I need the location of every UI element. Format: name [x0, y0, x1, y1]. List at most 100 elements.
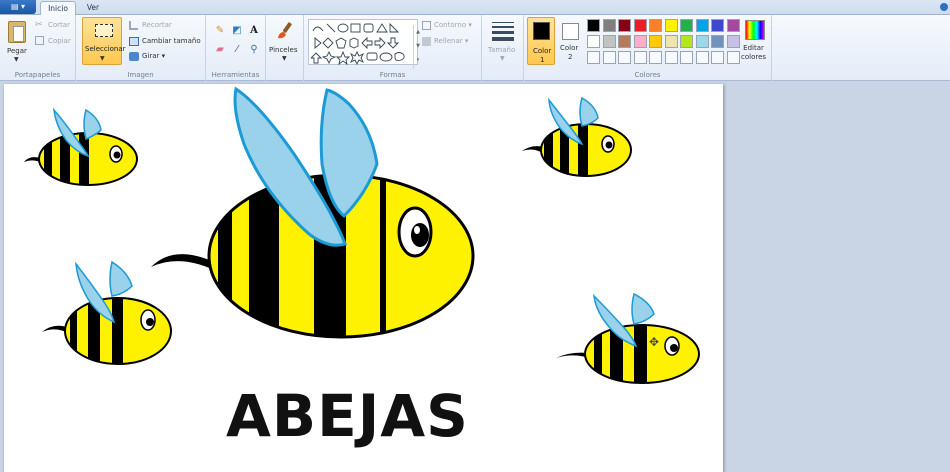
palette-swatch[interactable]: [618, 19, 631, 32]
select-dropdown-icon[interactable]: ▼: [100, 55, 105, 62]
eraser-icon[interactable]: ▰: [212, 43, 228, 58]
color-picker-icon[interactable]: ⁄: [229, 43, 245, 58]
copy-icon: [35, 36, 44, 45]
brushes-button[interactable]: Pinceles: [269, 46, 298, 54]
color1-swatch: [533, 22, 550, 40]
group-image: Seleccionar ▼ Recortar Cambiar tamaño Gi…: [76, 15, 206, 81]
shapes-scrollbar[interactable]: ▲ ▼ ▾: [413, 25, 422, 69]
edit-colors-button[interactable]: Editar colores: [741, 44, 766, 62]
rotate-button[interactable]: Girar ▾: [142, 52, 165, 60]
custom-color-slot[interactable]: [618, 51, 631, 64]
palette-swatch[interactable]: [587, 35, 600, 48]
palette-swatch[interactable]: [695, 19, 709, 32]
palette-swatch[interactable]: [602, 19, 616, 32]
palette-swatch[interactable]: [618, 35, 631, 48]
size-line-thick-icon: [492, 31, 514, 34]
size-line-medium-icon: [492, 26, 514, 28]
palette-swatch[interactable]: [680, 35, 693, 48]
palette-swatch[interactable]: [726, 35, 740, 48]
custom-color-slot[interactable]: [726, 51, 740, 64]
custom-color-slot[interactable]: [633, 51, 647, 64]
tab-inicio[interactable]: Inicio: [40, 1, 76, 15]
ribbon-empty-area: [772, 15, 950, 81]
fill-bucket-icon[interactable]: ◩: [229, 24, 245, 39]
edit-colors-icon[interactable]: [745, 20, 765, 40]
tab-ver[interactable]: Ver: [79, 1, 107, 15]
paste-icon[interactable]: [8, 21, 26, 43]
ribbon: Pegar ▼ ✂ Cortar Copiar Portapapeles Sel…: [0, 15, 950, 81]
palette-swatch[interactable]: [664, 35, 678, 48]
custom-color-slot[interactable]: [664, 51, 678, 64]
resize-icon: [129, 37, 139, 46]
palette-swatch[interactable]: [587, 19, 600, 32]
text-tool-icon[interactable]: A: [246, 24, 262, 39]
custom-color-slot[interactable]: [680, 51, 693, 64]
pencil-icon[interactable]: ✎: [212, 24, 228, 39]
group-tools: ✎ ◩ A ▰ ⁄ ⚲ Herramientas: [206, 15, 266, 81]
bee-large: [151, 86, 475, 339]
canvas-title-text: ABEJAS: [226, 382, 469, 450]
bee-top-right: [522, 96, 632, 177]
shape-fill-icon: [422, 37, 431, 46]
palette-swatch[interactable]: [711, 35, 724, 48]
color1-number: 1: [540, 56, 545, 64]
custom-color-slot[interactable]: [711, 51, 724, 64]
palette-swatch[interactable]: [649, 35, 662, 48]
group-label-clipboard: Portapapeles: [14, 71, 61, 79]
size-dropdown-icon[interactable]: ▼: [500, 55, 505, 62]
resize-button[interactable]: Cambiar tamaño: [142, 37, 201, 45]
shapes-gallery[interactable]: ▲ ▼ ▾: [308, 19, 420, 69]
crop-button[interactable]: Recortar: [142, 21, 172, 29]
crop-icon: [129, 21, 138, 30]
palette-swatch[interactable]: [695, 35, 709, 48]
brush-icon[interactable]: [276, 21, 294, 41]
palette-swatch[interactable]: [711, 19, 724, 32]
group-label-tools: Herramientas: [211, 71, 260, 79]
scissors-icon: ✂: [35, 20, 43, 30]
help-icon[interactable]: [940, 3, 948, 11]
bee-middle-left: [42, 260, 172, 365]
drawing-canvas[interactable]: ✥ ABEJAS: [4, 84, 723, 472]
custom-color-slot[interactable]: [602, 51, 616, 64]
bee-middle-right: ✥: [556, 292, 700, 384]
rotate-icon: [129, 52, 139, 61]
shape-fill-dropdown[interactable]: Rellenar ▾: [434, 37, 468, 45]
select-button[interactable]: Seleccionar ▼: [82, 17, 126, 65]
color1-button[interactable]: Color 1: [527, 17, 555, 65]
custom-color-slot[interactable]: [649, 51, 662, 64]
palette-swatch[interactable]: [680, 19, 693, 32]
group-shapes: ▲ ▼ ▾ Contorno ▾ Rellenar ▾ Formas: [304, 15, 482, 81]
edit-colors-label-1: Editar: [743, 44, 764, 52]
group-colors: Color 1 Color 2 Editar colores Colores: [524, 15, 772, 81]
size-line-thin-icon: [492, 22, 514, 23]
palette-swatch[interactable]: [602, 35, 616, 48]
color1-label: Color: [533, 47, 552, 55]
paste-button[interactable]: Pegar: [7, 47, 27, 55]
magnifier-icon[interactable]: ⚲: [246, 43, 262, 58]
group-label-colors: Colores: [634, 71, 661, 79]
paste-dropdown-icon[interactable]: ▼: [14, 56, 19, 63]
palette-swatch[interactable]: [633, 35, 647, 48]
outline-dropdown[interactable]: Contorno ▾: [434, 21, 472, 29]
palette-swatch[interactable]: [726, 19, 740, 32]
palette-swatch[interactable]: [664, 19, 678, 32]
size-line-thickest-icon: [492, 37, 514, 41]
cut-button[interactable]: Cortar: [48, 21, 70, 29]
palette-swatch[interactable]: [633, 19, 647, 32]
copy-button[interactable]: Copiar: [48, 37, 71, 45]
custom-color-slot[interactable]: [695, 51, 709, 64]
brushes-dropdown-icon[interactable]: ▼: [282, 55, 287, 62]
group-label-image: Imagen: [127, 71, 154, 79]
color2-label: Color: [560, 44, 579, 52]
select-label: Seleccionar: [85, 45, 126, 53]
file-menu-button[interactable]: ▤ ▾: [0, 0, 36, 14]
palette-swatch[interactable]: [649, 19, 662, 32]
outline-icon: [422, 21, 431, 30]
size-button[interactable]: Tamaño: [488, 46, 515, 54]
color2-number: 2: [568, 53, 573, 61]
color2-button[interactable]: [562, 23, 579, 40]
group-clipboard: Pegar ▼ ✂ Cortar Copiar Portapapeles: [0, 15, 76, 81]
group-size: Tamaño ▼: [482, 15, 524, 81]
custom-color-slot[interactable]: [587, 51, 600, 64]
move-cursor-icon: ✥: [649, 335, 659, 349]
